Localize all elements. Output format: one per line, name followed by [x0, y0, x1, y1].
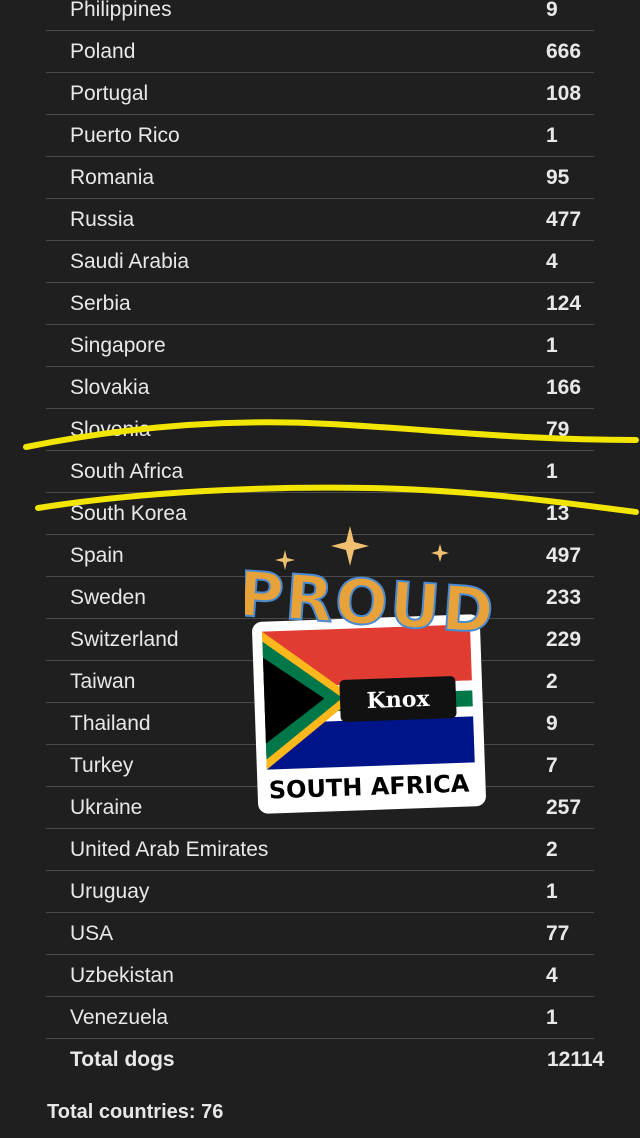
dog-count: 1 — [546, 879, 558, 903]
table-row: Slovenia 79 — [46, 409, 594, 451]
dog-count: 666 — [546, 39, 582, 63]
table-row: Slovakia 166 — [46, 367, 594, 409]
table-row: Serbia 124 — [46, 283, 594, 325]
total-countries: Total countries: 76 — [47, 1101, 224, 1123]
dog-count: 108 — [546, 81, 582, 105]
total-value: 12114 — [547, 1048, 605, 1071]
table-row: Puerto Rico 1 — [46, 115, 594, 157]
dog-count: 229 — [546, 627, 582, 651]
table-row: Venezuela 1 — [46, 997, 594, 1039]
table-row-highlighted: South Africa 1 — [46, 451, 594, 493]
country-name: Thailand — [70, 711, 151, 735]
table-row: Portugal 108 — [46, 73, 594, 115]
dog-count: 2 — [546, 837, 558, 861]
dog-count: 1 — [546, 333, 558, 357]
country-name: South Korea — [70, 501, 187, 525]
dog-count: 1 — [546, 123, 558, 147]
country-name: Philippines — [70, 0, 172, 21]
table-row: Uruguay 1 — [46, 871, 594, 913]
table-row: Poland 666 — [46, 31, 594, 73]
country-name: Spain — [70, 543, 124, 567]
country-name: United Arab Emirates — [70, 837, 269, 861]
country-name: Ukraine — [70, 795, 143, 819]
table-row: Philippines 9 — [46, 0, 594, 31]
proud-south-africa-sticker: Knox SOUTH AFRICA PROUD — [235, 520, 499, 820]
country-name: USA — [70, 921, 114, 945]
country-name: Uruguay — [70, 879, 150, 903]
table-row: Romania 95 — [46, 157, 594, 199]
total-label: Total dogs — [70, 1048, 175, 1071]
country-name: Venezuela — [70, 1005, 169, 1029]
total-row: Total dogs 12114 — [46, 1039, 604, 1081]
country-name: Singapore — [70, 333, 166, 357]
country-name: Romania — [70, 165, 155, 189]
table-row: Saudi Arabia 4 — [46, 241, 594, 283]
dog-count: 95 — [546, 165, 570, 189]
dog-count: 497 — [546, 543, 582, 567]
dog-count: 4 — [546, 249, 558, 273]
dog-count: 2 — [546, 669, 558, 693]
dog-count: 1 — [546, 1005, 558, 1029]
dog-count: 477 — [546, 207, 582, 231]
country-name: Slovakia — [70, 375, 150, 399]
dog-count: 166 — [546, 375, 582, 399]
country-name: Uzbekistan — [70, 963, 174, 987]
country-name: Turkey — [70, 753, 134, 777]
table-row: Russia 477 — [46, 199, 594, 241]
dog-count: 233 — [546, 585, 582, 609]
dog-count: 257 — [546, 795, 582, 819]
dog-count: 124 — [546, 291, 582, 315]
country-name: Russia — [70, 207, 135, 231]
country-name: Puerto Rico — [70, 123, 180, 147]
dog-count: 13 — [546, 501, 570, 525]
country-name: Saudi Arabia — [70, 249, 190, 273]
dog-count: 79 — [546, 417, 570, 441]
country-name: Sweden — [70, 585, 146, 609]
country-name: Switzerland — [70, 627, 179, 651]
dog-count: 4 — [546, 963, 558, 987]
country-name: Portugal — [70, 81, 149, 105]
dog-count: 7 — [546, 753, 558, 777]
table-row: United Arab Emirates 2 — [46, 829, 594, 871]
country-name: Serbia — [70, 291, 131, 315]
table-row: Singapore 1 — [46, 325, 594, 367]
sticker-name-tag: Knox — [366, 686, 431, 714]
country-name: Poland — [70, 39, 136, 63]
country-name: Taiwan — [70, 669, 136, 693]
dog-count: 77 — [546, 921, 570, 945]
dog-count: 9 — [546, 0, 558, 21]
dog-count: 1 — [546, 459, 558, 483]
table-row: Uzbekistan 4 — [46, 955, 594, 997]
country-name: Slovenia — [70, 417, 151, 441]
country-name: South Africa — [70, 459, 184, 483]
table-row: USA 77 — [46, 913, 594, 955]
sticker-graphic: Knox SOUTH AFRICA PROUD — [235, 526, 499, 814]
dog-count: 9 — [546, 711, 558, 735]
